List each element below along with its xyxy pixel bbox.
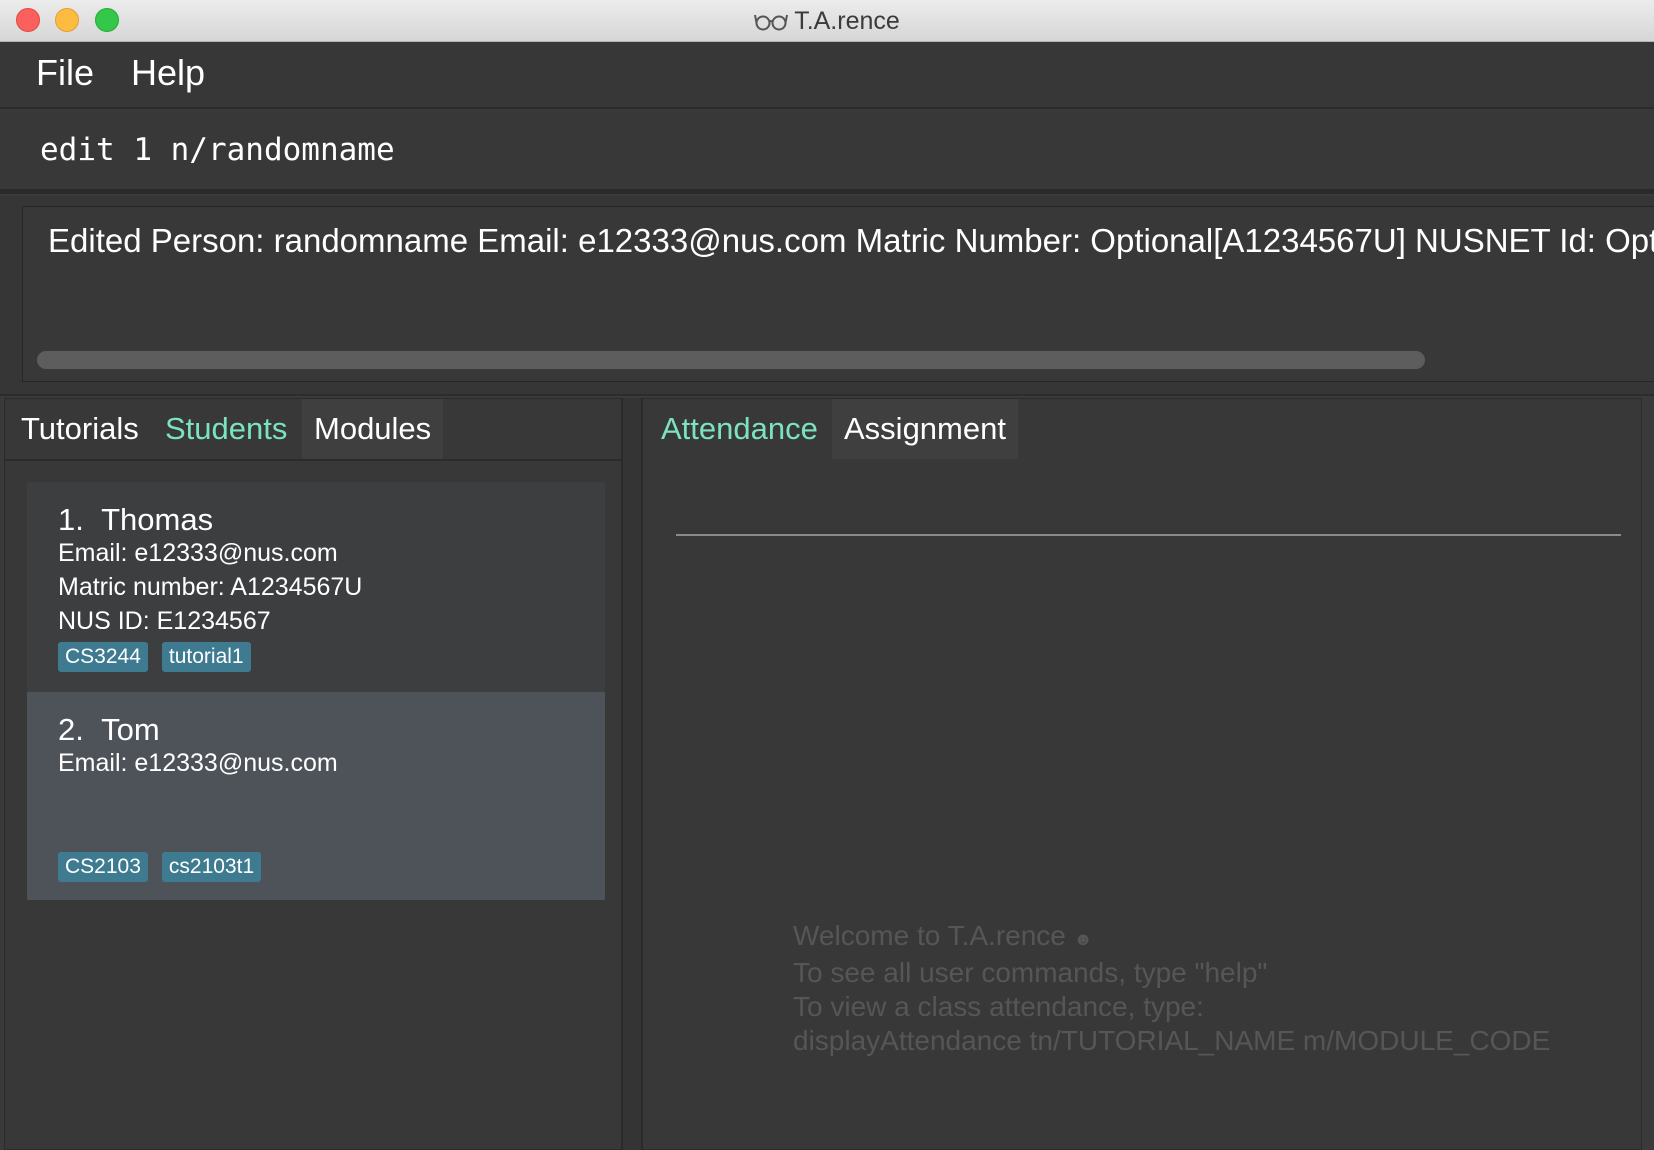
student-card-selected[interactable]: 2. Tom Email: e12333@nus.com CS2103 cs21… — [27, 692, 605, 900]
student-email: Email: e12333@nus.com — [58, 539, 338, 567]
result-panel: Edited Person: randomname Email: e12333@… — [0, 196, 1654, 396]
student-email: Email: e12333@nus.com — [58, 749, 338, 777]
horizontal-scrollbar[interactable] — [37, 351, 1425, 369]
welcome-line: To view a class attendance, type: — [793, 991, 1204, 1022]
student-nus-id: NUS ID: E1234567 — [58, 607, 271, 635]
tag-badge: CS3244 — [58, 642, 148, 672]
tag-badge: tutorial1 — [161, 642, 251, 672]
tab-attendance[interactable]: Attendance — [649, 399, 830, 459]
student-matric: Matric number: A1234567U — [58, 573, 363, 601]
title-bar: T.A.rence — [0, 0, 1654, 42]
tag-list: CS3244 tutorial1 — [58, 642, 251, 672]
tag-badge: cs2103t1 — [161, 852, 262, 882]
welcome-line: displayAttendance tn/TUTORIAL_NAME m/MOD… — [793, 1025, 1551, 1056]
student-card[interactable]: 1. Thomas Email: e12333@nus.com Matric n… — [27, 482, 605, 692]
tab-assignment[interactable]: Assignment — [832, 399, 1018, 459]
window-title: T.A.rence — [794, 6, 900, 35]
smiley-icon: ☻ — [1073, 929, 1093, 949]
attendance-panel: Attendance Assignment Welcome to T.A.ren… — [642, 398, 1642, 1150]
tab-modules[interactable]: Modules — [302, 399, 444, 459]
student-name: 2. Tom — [58, 712, 160, 747]
menu-file[interactable]: File — [36, 52, 94, 94]
tab-tutorials[interactable]: Tutorials — [9, 399, 151, 459]
student-list-panel: Tutorials Students Modules 1. Thomas Ema… — [4, 398, 622, 1150]
welcome-line: Welcome to T.A.rence — [793, 920, 1066, 951]
right-tab-bar: Attendance Assignment — [643, 399, 1641, 461]
menu-bar: File Help — [0, 42, 1654, 109]
command-box[interactable]: edit 1 n/randomname — [0, 110, 1654, 194]
welcome-line: To see all user commands, type "help" — [793, 957, 1268, 988]
student-name: 1. Thomas — [58, 502, 214, 537]
tag-badge: CS2103 — [58, 852, 148, 882]
menu-help[interactable]: Help — [131, 52, 205, 94]
welcome-message: Welcome to T.A.rence ☻ To see all user c… — [793, 919, 1550, 1058]
command-input[interactable]: edit 1 n/randomname — [40, 132, 395, 168]
glasses-icon — [754, 11, 789, 31]
table-header-line — [676, 534, 1621, 536]
split-pane-divider[interactable] — [622, 398, 642, 1150]
left-tab-bar: Tutorials Students Modules — [5, 399, 621, 461]
result-display: Edited Person: randomname Email: e12333@… — [22, 206, 1654, 382]
result-text: Edited Person: randomname Email: e12333@… — [48, 222, 1654, 259]
tab-students[interactable]: Students — [153, 399, 299, 459]
tag-list: CS2103 cs2103t1 — [58, 852, 262, 882]
